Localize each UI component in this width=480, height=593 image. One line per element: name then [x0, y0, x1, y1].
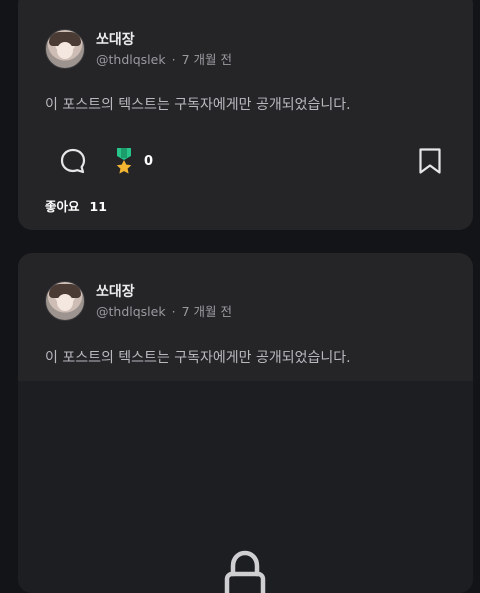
post-actions: 0	[58, 146, 153, 176]
post-header: 쏘대장 @thdlqslek · 7 개월 전	[45, 29, 232, 69]
separator-dot: ·	[171, 51, 176, 67]
lock-icon	[221, 546, 269, 593]
author-meta: 쏘대장 @thdlqslek · 7 개월 전	[96, 31, 232, 68]
separator-dot: ·	[171, 303, 176, 319]
likes-summary[interactable]: 좋아요 11	[45, 196, 107, 215]
medal-count: 0	[144, 153, 154, 169]
post-body: 이 포스트의 텍스트는 구독자에게만 공개되었습니다.	[45, 97, 351, 113]
post-card[interactable]: 쏘대장 @thdlqslek · 7 개월 전 이 포스트의 텍스트는 구독자에게만…	[18, 0, 473, 230]
author-sub: @thdlqslek · 7 개월 전	[96, 51, 232, 68]
likes-count: 11	[89, 199, 107, 214]
avatar[interactable]	[45, 29, 85, 69]
avatar[interactable]	[45, 281, 85, 321]
post-header: 쏘대장 @thdlqslek · 7 개월 전	[45, 281, 232, 321]
medal-icon[interactable]	[112, 146, 136, 176]
comment-icon[interactable]	[58, 146, 88, 176]
post-time: 7 개월 전	[181, 303, 232, 319]
author-meta: 쏘대장 @thdlqslek · 7 개월 전	[96, 283, 232, 320]
author-name[interactable]: 쏘대장	[96, 283, 232, 301]
author-handle[interactable]: @thdlqslek	[96, 304, 166, 319]
post-body: 이 포스트의 텍스트는 구독자에게만 공개되었습니다.	[45, 350, 351, 366]
post-time: 7 개월 전	[181, 51, 232, 67]
author-handle[interactable]: @thdlqslek	[96, 52, 166, 67]
post-card[interactable]: 쏘대장 @thdlqslek · 7 개월 전 이 포스트의 텍스트는 구독자에게만…	[18, 253, 473, 593]
author-sub: @thdlqslek · 7 개월 전	[96, 303, 232, 320]
author-name[interactable]: 쏘대장	[96, 31, 232, 49]
likes-label: 좋아요	[45, 199, 80, 214]
bookmark-icon[interactable]	[416, 146, 444, 176]
